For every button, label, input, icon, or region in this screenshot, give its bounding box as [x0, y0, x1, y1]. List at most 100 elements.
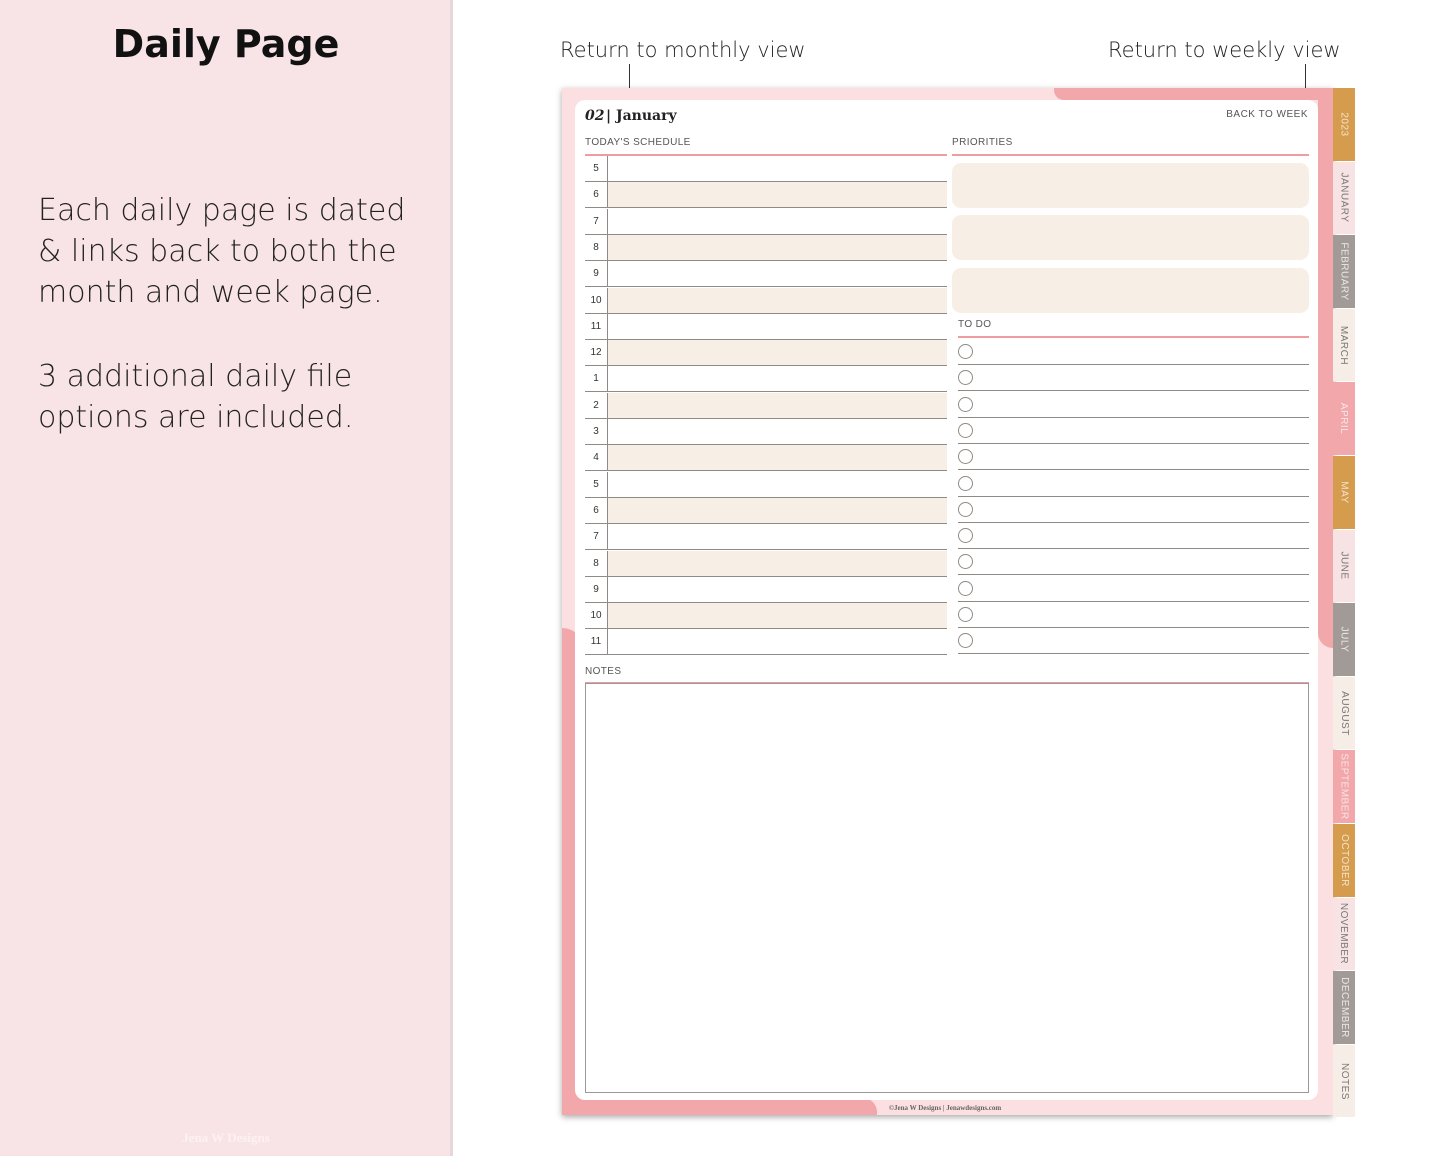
- schedule-row[interactable]: 5: [585, 156, 947, 182]
- schedule-row[interactable]: 6: [585, 182, 947, 209]
- tab-label: JUNE: [1338, 551, 1350, 580]
- todo-checkbox[interactable]: [958, 528, 973, 544]
- hour-label: 3: [593, 426, 599, 437]
- notes-area[interactable]: [585, 683, 1309, 1093]
- decor-blob-top: [1054, 88, 1333, 100]
- hour-label: 4: [593, 452, 599, 464]
- tab-notes[interactable]: NOTES: [1333, 1044, 1355, 1118]
- hour-label: 10: [590, 610, 602, 622]
- schedule-label: TODAY'S SCHEDULE: [585, 137, 691, 148]
- todo-checkbox[interactable]: [958, 475, 973, 491]
- todo-checkbox[interactable]: [958, 554, 973, 570]
- priority-box-3[interactable]: [952, 268, 1309, 313]
- page-footer: ©Jena W Designs | Jenawdesigns.com: [888, 1104, 1002, 1112]
- tab-label: NOTES: [1338, 1062, 1350, 1100]
- hour-divider: [607, 603, 608, 630]
- tab-february[interactable]: FEBRUARY: [1333, 235, 1355, 308]
- schedule-row[interactable]: 12: [585, 340, 947, 367]
- tab-october[interactable]: OCTOBER: [1333, 824, 1355, 897]
- tab-label: FEBRUARY: [1338, 242, 1350, 301]
- hour-label: 10: [590, 294, 602, 306]
- tab-may[interactable]: MAY: [1333, 456, 1355, 529]
- tab-november[interactable]: NOVEMBER: [1333, 897, 1355, 971]
- panel-divider: [450, 0, 453, 1156]
- todo-item[interactable]: [958, 602, 1309, 628]
- schedule-row[interactable]: 5: [585, 471, 947, 498]
- schedule-row[interactable]: 3: [585, 419, 947, 445]
- todo-item[interactable]: [958, 418, 1309, 444]
- tab-label: JANUARY: [1338, 172, 1350, 223]
- hour-divider: [607, 445, 608, 472]
- panel-options-note: 3 additional daily file options are incl…: [38, 359, 354, 435]
- schedule-row[interactable]: 9: [585, 576, 947, 603]
- tab-2023[interactable]: 2023: [1333, 88, 1355, 161]
- panel-description: Each daily page is dated & links back to…: [38, 193, 406, 310]
- hour-divider: [607, 182, 608, 209]
- tab-april[interactable]: APRIL: [1333, 382, 1355, 455]
- schedule-row[interactable]: 10: [585, 287, 947, 314]
- schedule-row[interactable]: 8: [585, 234, 947, 261]
- tab-label: AUGUST: [1338, 690, 1350, 736]
- hour-divider: [607, 576, 608, 603]
- schedule-row[interactable]: 7: [585, 524, 947, 551]
- todo-checkbox[interactable]: [958, 422, 973, 438]
- todo-item[interactable]: [958, 497, 1309, 523]
- hour-label: 5: [593, 478, 599, 490]
- todo-item[interactable]: [958, 392, 1309, 418]
- schedule-row[interactable]: 8: [585, 550, 947, 577]
- todo-item[interactable]: [958, 549, 1309, 576]
- tab-label: MAY: [1338, 481, 1350, 504]
- priority-box-1[interactable]: [952, 163, 1309, 208]
- todo-item[interactable]: [958, 365, 1309, 392]
- tab-august[interactable]: AUGUST: [1333, 676, 1355, 750]
- tab-july[interactable]: JULY: [1333, 603, 1355, 676]
- hour-divider: [607, 629, 608, 656]
- row-shading: [608, 392, 947, 418]
- tab-january[interactable]: JANUARY: [1333, 161, 1355, 235]
- month-link[interactable]: | January: [606, 108, 677, 124]
- schedule-row[interactable]: 11: [585, 313, 947, 340]
- todo-item[interactable]: [958, 471, 1309, 497]
- schedule-row[interactable]: 2: [585, 392, 947, 419]
- back-to-week-link[interactable]: BACK TO WEEK: [1200, 109, 1308, 120]
- row-shading: [608, 603, 947, 629]
- hour-label: 8: [593, 241, 599, 253]
- todo-checkbox[interactable]: [958, 580, 973, 596]
- schedule-row[interactable]: 1: [585, 366, 947, 393]
- schedule-row[interactable]: 9: [585, 261, 947, 288]
- schedule-row[interactable]: 11: [585, 629, 947, 656]
- annotation-weekly: Return to weekly view: [1108, 38, 1341, 62]
- decor-blob-right: [1318, 88, 1333, 648]
- row-shading: [608, 445, 947, 471]
- annotation-monthly: Return to monthly view: [560, 38, 806, 62]
- todo-checkbox[interactable]: [958, 396, 973, 412]
- hour-label: 5: [593, 163, 599, 174]
- todo-item[interactable]: [958, 628, 1309, 655]
- schedule-row[interactable]: 4: [585, 445, 947, 472]
- schedule-row[interactable]: 10: [585, 603, 947, 630]
- todo-checkbox[interactable]: [958, 449, 973, 465]
- todo-item[interactable]: [958, 339, 1309, 365]
- tab-december[interactable]: DECEMBER: [1333, 971, 1355, 1044]
- todo-checkbox[interactable]: [958, 370, 973, 386]
- todo-checkbox[interactable]: [958, 501, 973, 517]
- tab-march[interactable]: MARCH: [1333, 308, 1355, 382]
- todo-checkbox[interactable]: [958, 633, 973, 649]
- schedule-row[interactable]: 7: [585, 208, 947, 235]
- tab-september[interactable]: SEPTEMBER: [1333, 750, 1355, 823]
- todo-checkbox[interactable]: [958, 607, 973, 622]
- row-shading: [608, 550, 947, 576]
- hour-divider: [607, 419, 608, 445]
- tab-label: JULY: [1338, 626, 1350, 653]
- schedule-row[interactable]: 6: [585, 497, 947, 524]
- hour-divider: [607, 550, 608, 577]
- date-number: 02: [585, 108, 605, 124]
- hour-divider: [607, 208, 608, 235]
- tab-june[interactable]: JUNE: [1333, 529, 1355, 603]
- hour-label: 8: [593, 557, 599, 569]
- todo-item[interactable]: [958, 444, 1309, 471]
- todo-checkbox[interactable]: [958, 344, 973, 359]
- todo-item[interactable]: [958, 576, 1309, 602]
- todo-item[interactable]: [958, 523, 1309, 550]
- priority-box-2[interactable]: [952, 215, 1309, 260]
